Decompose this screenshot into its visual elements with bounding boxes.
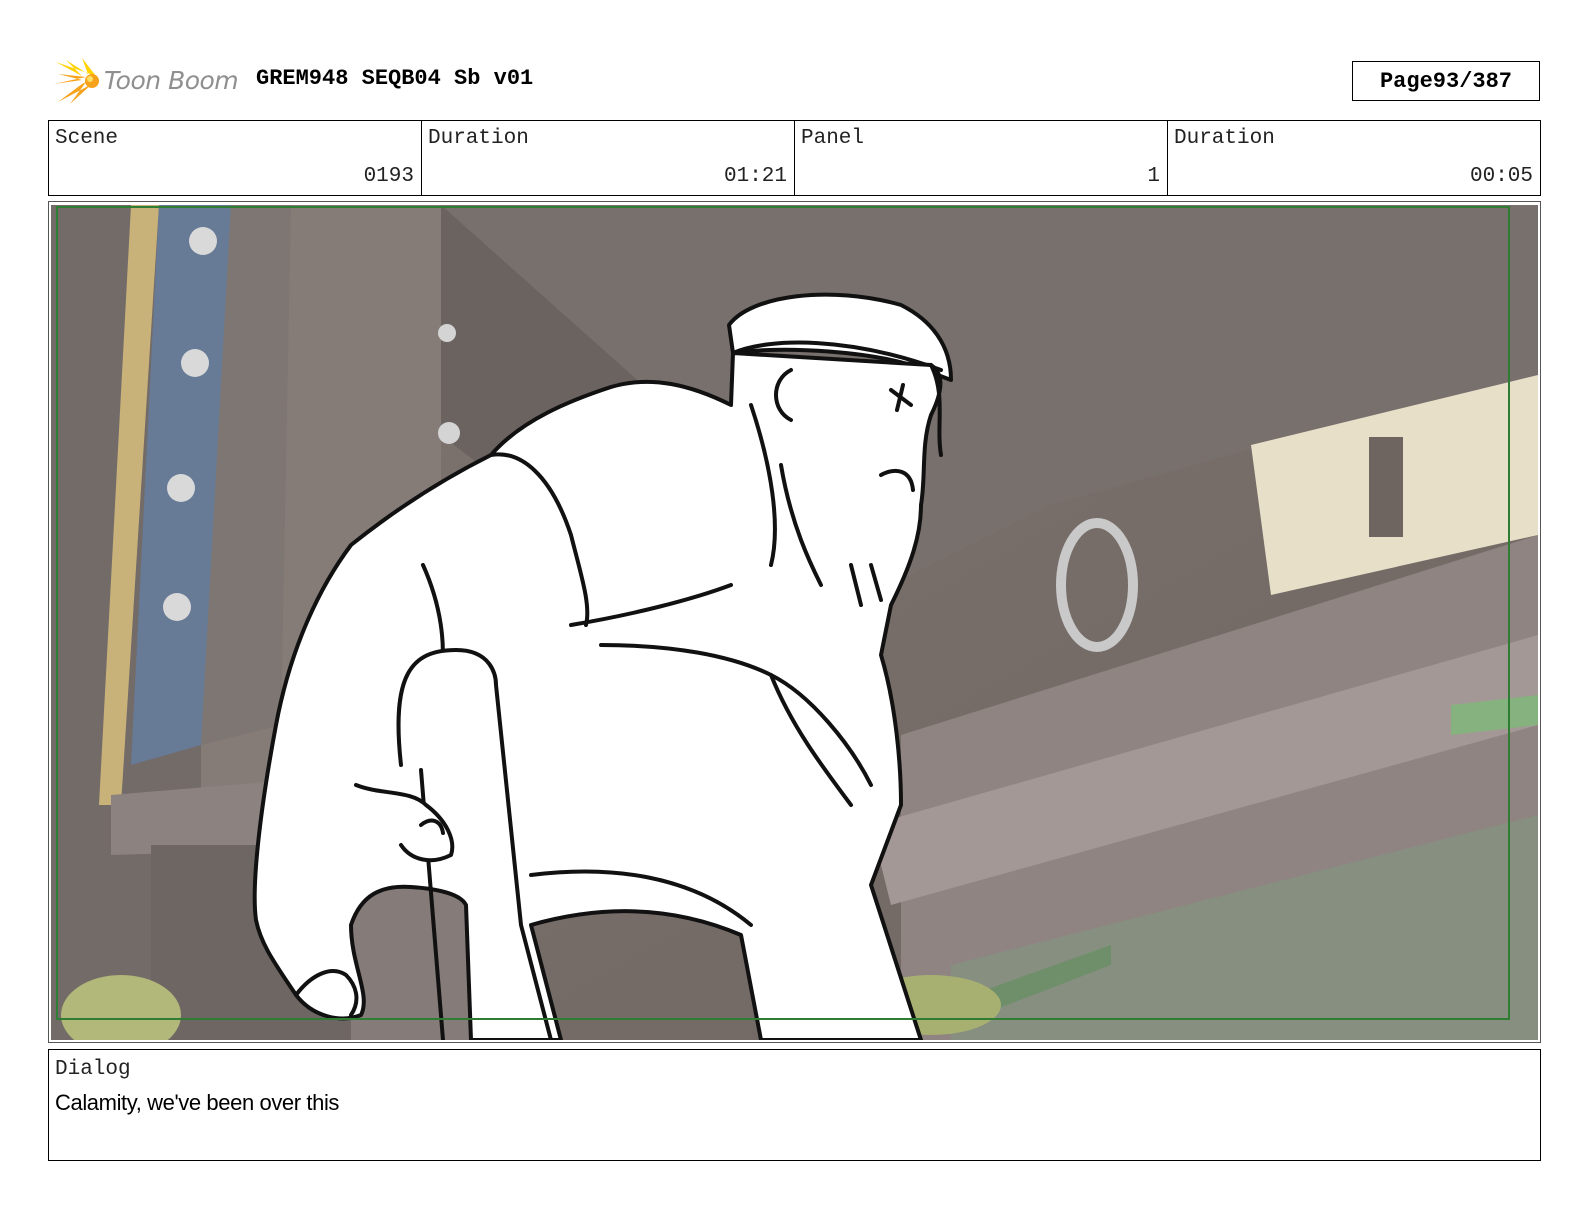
panel-info-row: Scene 0193 Duration 01:21 Panel 1 Durati…	[48, 120, 1541, 196]
page-indicator: Page 93/387	[1352, 61, 1540, 101]
panel-cell: Panel 1	[795, 121, 1168, 195]
scene-cell: Scene 0193	[49, 121, 422, 195]
scene-value: 0193	[363, 165, 414, 188]
panel-duration-cell: Duration 00:05	[1168, 121, 1540, 195]
scene-label: Scene	[55, 127, 119, 150]
page-number: 93/387	[1432, 68, 1513, 94]
scene-duration-cell: Duration 01:21	[422, 121, 795, 195]
dialog-box: Dialog Calamity, we've been over this	[48, 1049, 1541, 1161]
document-title: GREM948 SEQB04 Sb v01	[256, 66, 534, 91]
panel-value: 1	[1147, 165, 1160, 188]
dialog-label: Dialog	[55, 1058, 131, 1081]
logo-text: Toon Boom	[104, 66, 239, 95]
page-label: Page	[1379, 68, 1433, 94]
panel-label: Panel	[801, 127, 865, 150]
panel-image	[51, 205, 1538, 1040]
scene-duration-value: 01:21	[723, 165, 787, 188]
scene-duration-label: Duration	[428, 127, 529, 150]
panel-duration-label: Duration	[1174, 127, 1275, 150]
toon-boom-logo: Toon Boom	[52, 56, 239, 106]
dialog-text: Calamity, we've been over this	[55, 1090, 340, 1115]
starburst-logo-icon	[54, 58, 99, 104]
panel-duration-value: 00:05	[1469, 165, 1533, 188]
